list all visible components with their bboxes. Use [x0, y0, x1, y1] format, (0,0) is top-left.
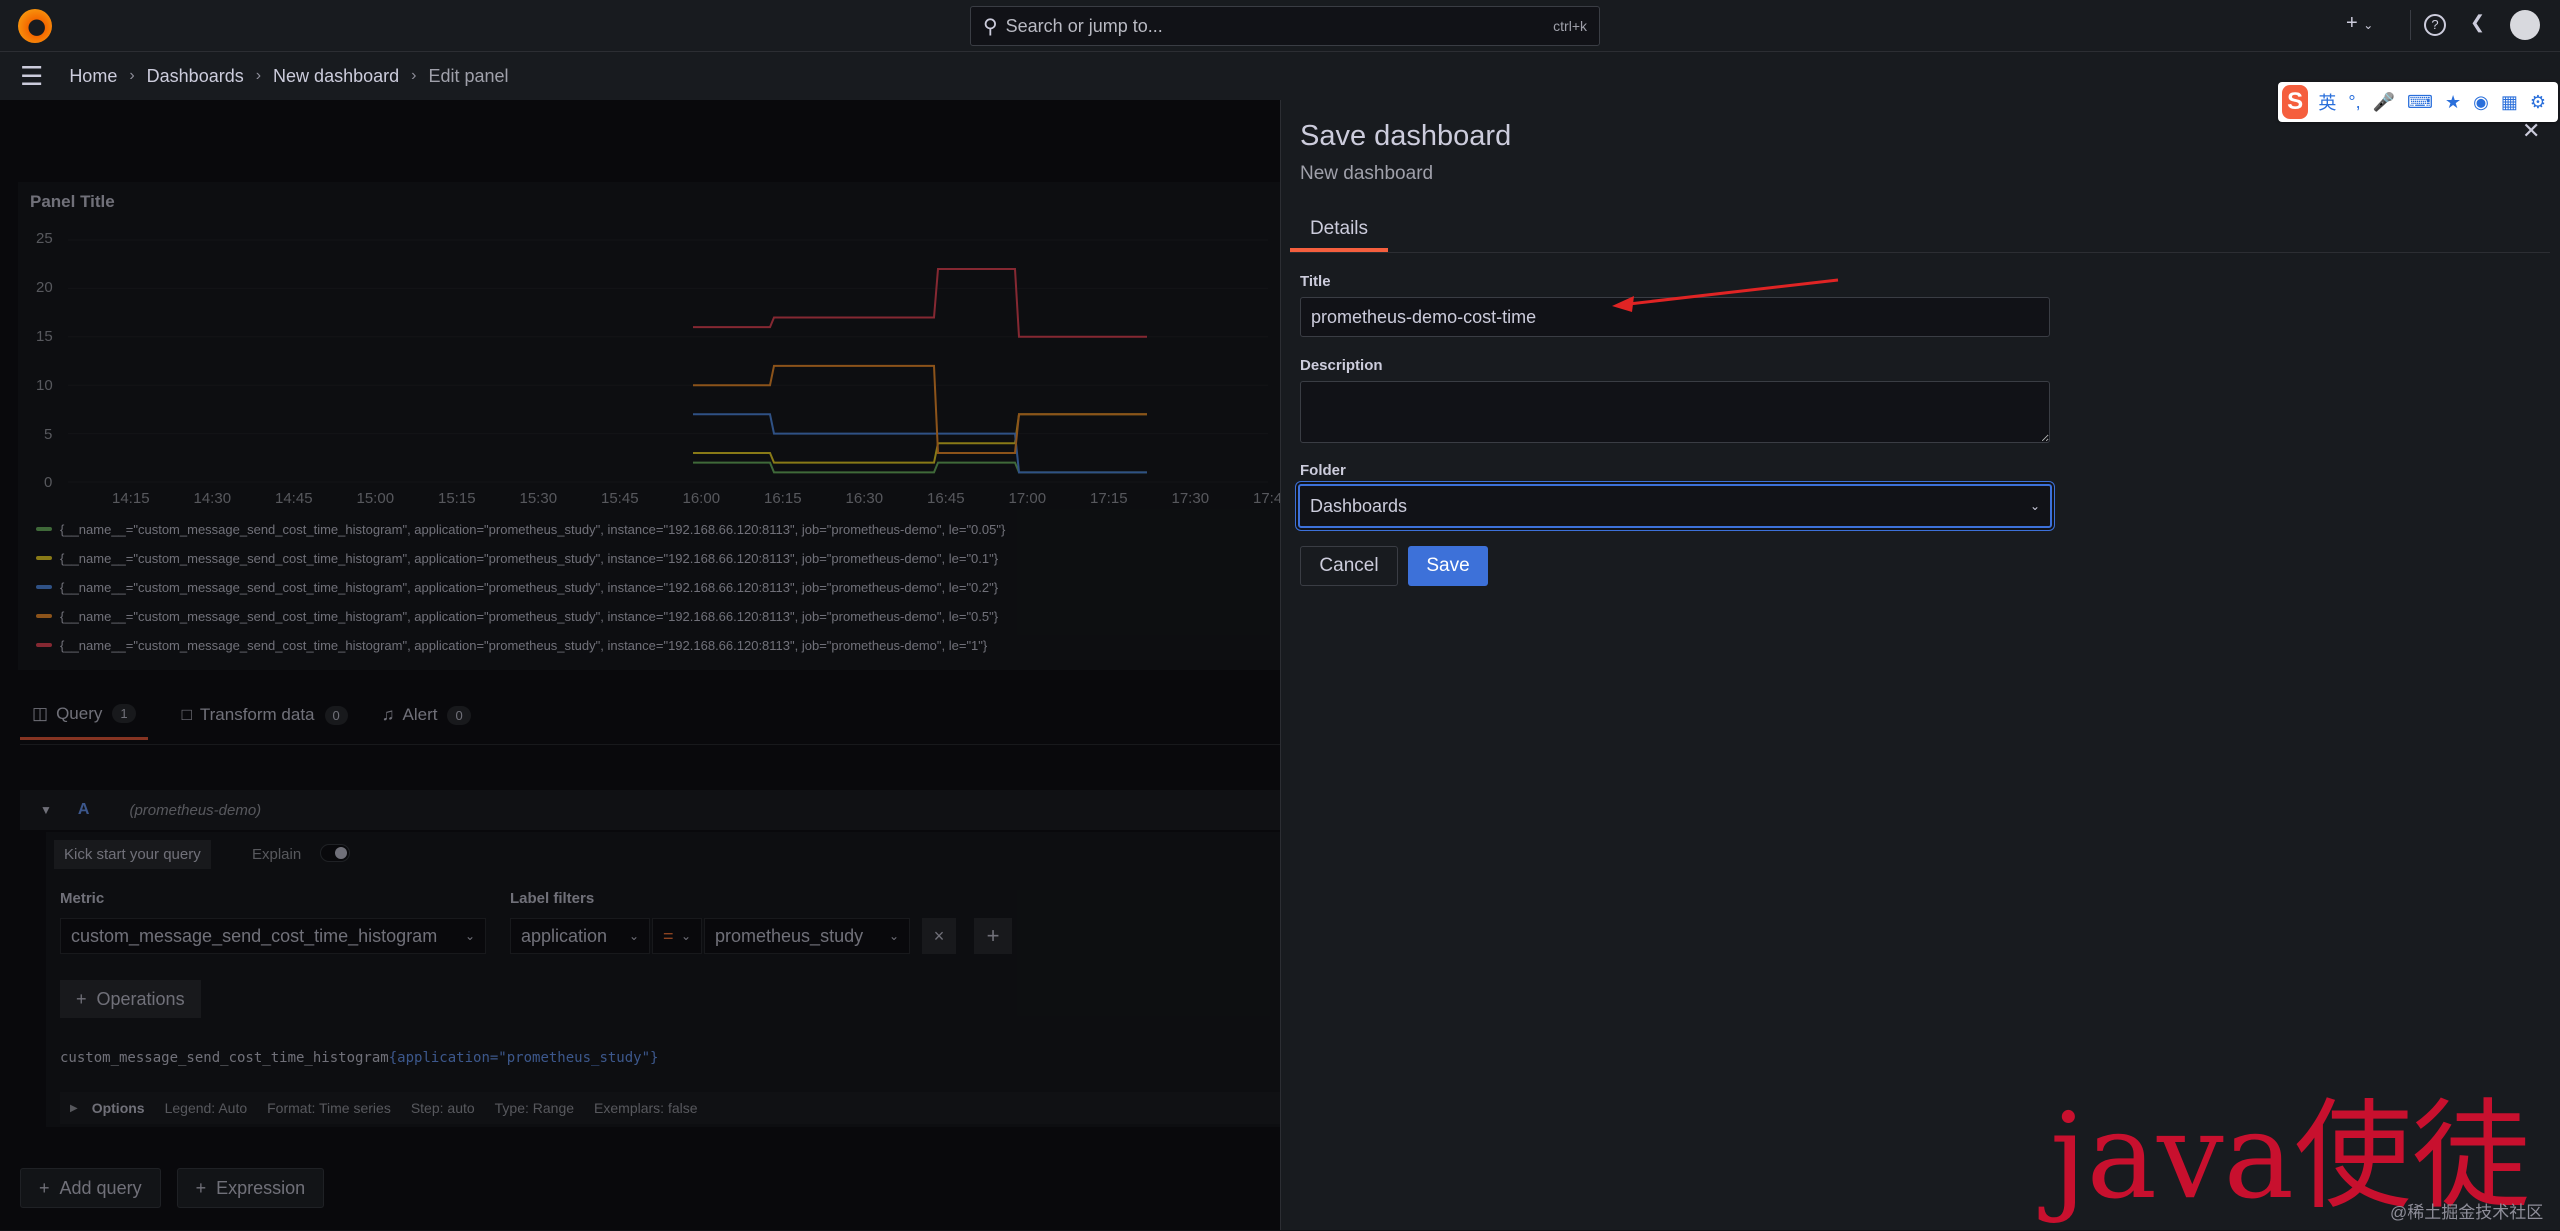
arrow-shaft — [1619, 278, 1839, 307]
title-label: Title — [1300, 273, 1331, 290]
cancel-button[interactable]: Cancel — [1300, 546, 1398, 586]
drawer-subtitle: New dashboard — [1300, 163, 1434, 184]
folder-label: Folder — [1300, 462, 1346, 479]
search-bar[interactable]: ⚲ Search or jump to... ctrl+k — [970, 6, 1600, 46]
chevron-down-icon: ⌄ — [2029, 499, 2040, 513]
drawer-title: Save dashboard — [1300, 120, 1512, 152]
search-placeholder: Search or jump to... — [1005, 15, 1163, 36]
folder-select[interactable]: Dashboards ⌄ — [1298, 484, 2052, 528]
microphone-icon[interactable]: 🎤 — [2373, 92, 2395, 113]
credit-text: @稀土掘金技术社区 — [2390, 1203, 2544, 1222]
ime-language[interactable]: 英 — [2318, 89, 2336, 115]
folder-value: Dashboards — [1310, 495, 1408, 516]
skin-icon[interactable]: ★ — [2445, 92, 2461, 113]
sogou-logo-icon[interactable]: S — [2282, 85, 2309, 119]
help-icon[interactable]: ? — [2424, 14, 2446, 36]
breadcrumb-dashboards[interactable]: Dashboards — [147, 66, 244, 87]
chevron-right-icon: › — [411, 67, 417, 84]
modal-backdrop[interactable] — [0, 100, 1280, 1230]
chevron-down-icon: ⌄ — [2363, 18, 2374, 32]
rss-icon[interactable]: ❮ — [2470, 12, 2485, 33]
description-label: Description — [1300, 357, 1383, 374]
search-icon: ⚲ — [983, 15, 998, 38]
tab-details[interactable]: Details — [1290, 212, 1388, 252]
chevron-right-icon: › — [129, 67, 135, 84]
divider — [2410, 10, 2411, 40]
new-button[interactable]: + ⌄ — [2346, 12, 2373, 35]
settings-icon[interactable]: ⚙ — [2530, 92, 2546, 113]
annotation-arrow — [1612, 278, 1839, 312]
apps-icon[interactable]: ▦ — [2501, 92, 2518, 113]
tab-divider — [1290, 252, 2550, 253]
grafana-logo-icon[interactable] — [18, 9, 52, 43]
breadcrumb-edit-panel: Edit panel — [428, 65, 509, 86]
breadcrumb-new-dashboard[interactable]: New dashboard — [273, 66, 399, 87]
breadcrumb-home[interactable]: Home — [69, 66, 117, 87]
hamburger-menu-icon[interactable]: ☰ — [20, 61, 43, 92]
robot-icon[interactable]: ◉ — [2473, 92, 2489, 113]
chevron-right-icon: › — [255, 67, 262, 84]
arrow-head — [1612, 296, 1634, 312]
avatar[interactable] — [2510, 10, 2540, 40]
ime-toolbar: S 英 °, 🎤 ⌨ ★ ◉ ▦ ⚙ — [2278, 82, 2558, 122]
search-shortcut: ctrl+k — [1553, 18, 1587, 34]
top-bar: ⚲ Search or jump to... ctrl+k + ⌄ ? ❮ — [0, 0, 2560, 52]
plus-icon: + — [2346, 12, 2358, 34]
breadcrumb: ☰ Home › Dashboards › New dashboard › Ed… — [0, 52, 2560, 100]
keyboard-icon[interactable]: ⌨ — [2407, 92, 2433, 113]
ime-punctuation[interactable]: °, — [2348, 92, 2360, 113]
save-button[interactable]: Save — [1408, 546, 1488, 586]
description-input[interactable] — [1300, 381, 2050, 443]
